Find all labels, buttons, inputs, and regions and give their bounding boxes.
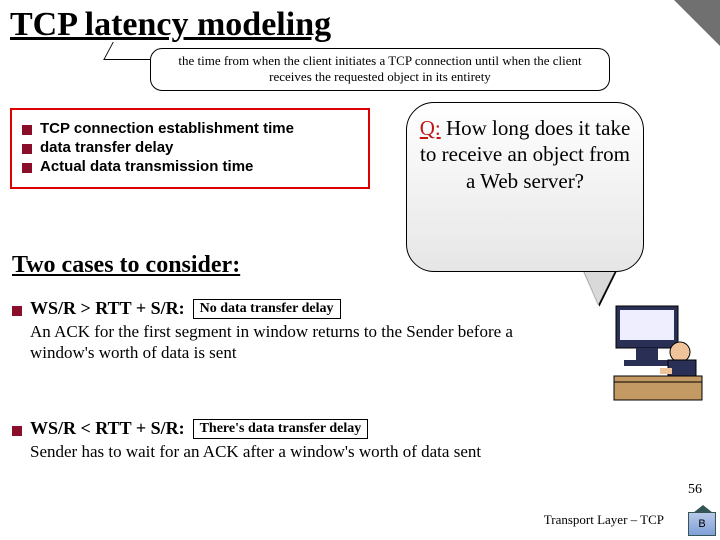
bullet-icon: [12, 306, 22, 316]
case-tag: No data transfer delay: [193, 299, 341, 319]
slide-title: TCP latency modeling: [0, 0, 720, 46]
case-2: WS/R < RTT + S/R: There's data transfer …: [12, 418, 572, 462]
list-item: Actual data transmission time: [22, 158, 358, 175]
footer-text: Transport Layer – TCP: [544, 512, 664, 528]
page-corner-fold: [674, 0, 720, 46]
bullet-icon: [22, 144, 32, 154]
page-number: 56: [688, 482, 702, 498]
bullet-text: TCP connection establishment time: [40, 120, 294, 137]
bullet-icon: [22, 163, 32, 173]
definition-callout: the time from when the client initiates …: [150, 48, 610, 91]
bullet-icon: [12, 426, 22, 436]
components-box: TCP connection establishment time data t…: [10, 108, 370, 189]
q-text: How long does it take to receive an obje…: [420, 116, 630, 193]
list-item: data transfer delay: [22, 139, 358, 156]
case-label: WS/R < RTT + S/R:: [30, 418, 185, 439]
case-label: WS/R > RTT + S/R:: [30, 298, 185, 319]
question-bubble: Q: How long does it take to receive an o…: [406, 102, 644, 272]
bullet-text: data transfer delay: [40, 139, 173, 156]
case-body: An ACK for the first segment in window r…: [12, 321, 572, 364]
bullet-text: Actual data transmission time: [40, 158, 253, 175]
home-label: B: [698, 518, 705, 530]
cases-heading: Two cases to consider:: [12, 252, 240, 279]
list-item: TCP connection establishment time: [22, 120, 358, 137]
q-label: Q:: [420, 116, 441, 140]
bullet-icon: [22, 125, 32, 135]
case-body: Sender has to wait for an ACK after a wi…: [12, 441, 572, 462]
home-button[interactable]: B: [688, 512, 716, 536]
server-clipart: [610, 296, 706, 404]
case-1: WS/R > RTT + S/R: No data transfer delay…: [12, 298, 572, 364]
case-tag: There's data transfer delay: [193, 419, 369, 439]
